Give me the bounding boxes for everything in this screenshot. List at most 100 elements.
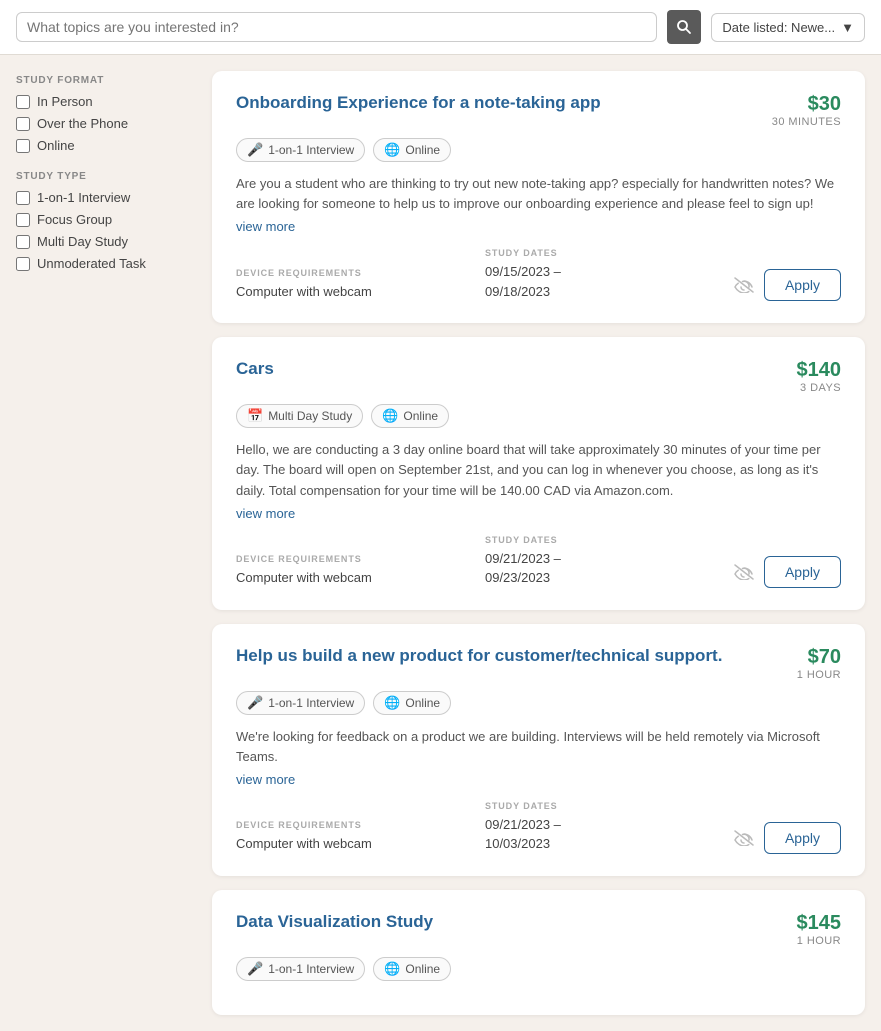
card-3-dates-label: Study Dates: [485, 801, 702, 811]
filter-multi-day[interactable]: Multi Day Study: [16, 234, 196, 249]
card-3-title[interactable]: Help us build a new product for customer…: [236, 646, 722, 666]
card-2-dates-label: Study Dates: [485, 535, 702, 545]
search-icon: [676, 19, 692, 35]
card-3-description: We're looking for feedback on a product …: [236, 727, 841, 767]
card-2-price-block: $140 3 Days: [797, 359, 842, 394]
card-4-tag-online-label: Online: [405, 962, 440, 976]
card-3-view-more[interactable]: view more: [236, 772, 295, 787]
card-3-dates: Study Dates 09/21/2023 – 10/03/2023: [485, 801, 702, 854]
card-3-dates-value: 09/21/2023 – 10/03/2023: [485, 815, 702, 854]
card-2-device-label: Device Requirements: [236, 554, 453, 564]
card-4-duration: 1 Hour: [797, 935, 842, 947]
card-1-dates: Study Dates 09/15/2023 – 09/18/2023: [485, 248, 702, 301]
card-3-tags: 🎤 1-on-1 Interview 🌐 Online: [236, 691, 841, 715]
card-3-apply-button[interactable]: Apply: [764, 822, 841, 854]
card-2-header: Cars $140 3 Days: [236, 359, 841, 394]
study-card-4: Data Visualization Study $145 1 Hour 🎤 1…: [212, 890, 865, 1015]
cards-container: Onboarding Experience for a note-taking …: [212, 71, 865, 1015]
card-3-hide-button[interactable]: [734, 830, 754, 846]
filter-focus-group[interactable]: Focus Group: [16, 212, 196, 227]
card-1-actions: Apply: [734, 269, 841, 301]
card-1-tags: 🎤 1-on-1 Interview 🌐 Online: [236, 138, 841, 162]
card-2-view-more[interactable]: view more: [236, 506, 295, 521]
card-1-header: Onboarding Experience for a note-taking …: [236, 93, 841, 128]
globe-icon: 🌐: [384, 961, 400, 977]
globe-icon: 🌐: [384, 695, 400, 711]
filter-online-label: Online: [37, 138, 75, 153]
filter-1on1-checkbox[interactable]: [16, 191, 30, 205]
card-3-tag-online-label: Online: [405, 696, 440, 710]
card-3-header: Help us build a new product for customer…: [236, 646, 841, 681]
card-4-title[interactable]: Data Visualization Study: [236, 912, 433, 932]
card-2-device-req: Device Requirements Computer with webcam: [236, 554, 453, 588]
search-input[interactable]: [27, 19, 646, 35]
card-1-device-label: Device Requirements: [236, 268, 453, 278]
card-1-price-block: $30 30 Minutes: [772, 93, 841, 128]
card-1-tag-online-label: Online: [405, 143, 440, 157]
card-1-hide-button[interactable]: [734, 277, 754, 293]
format-filter-section: Study Format In Person Over the Phone On…: [16, 75, 196, 153]
filter-over-phone[interactable]: Over the Phone: [16, 116, 196, 131]
card-3-tag-interview-label: 1-on-1 Interview: [268, 696, 354, 710]
card-1-dates-label: Study Dates: [485, 248, 702, 258]
card-4-tags: 🎤 1-on-1 Interview 🌐 Online: [236, 957, 841, 981]
card-2-actions: Apply: [734, 556, 841, 588]
card-3-device-req: Device Requirements Computer with webcam: [236, 820, 453, 854]
card-3-duration: 1 Hour: [797, 669, 841, 681]
card-1-view-more[interactable]: view more: [236, 219, 295, 234]
card-1-apply-button[interactable]: Apply: [764, 269, 841, 301]
sort-dropdown[interactable]: Date listed: Newe... ▼: [711, 13, 865, 42]
card-2-dates: Study Dates 09/21/2023 – 09/23/2023: [485, 535, 702, 588]
filter-focus-group-label: Focus Group: [37, 212, 112, 227]
filter-multi-day-label: Multi Day Study: [37, 234, 128, 249]
card-1-tag-interview-label: 1-on-1 Interview: [268, 143, 354, 157]
filter-online-checkbox[interactable]: [16, 139, 30, 153]
card-3-price: $70: [797, 646, 841, 669]
filter-1on1[interactable]: 1-on-1 Interview: [16, 190, 196, 205]
microphone-icon: 🎤: [247, 961, 263, 977]
eye-off-icon: [734, 830, 754, 846]
calendar-icon: 📅: [247, 408, 263, 424]
search-input-wrapper: [16, 12, 657, 42]
filter-focus-group-checkbox[interactable]: [16, 213, 30, 227]
globe-icon: 🌐: [384, 142, 400, 158]
study-card-1: Onboarding Experience for a note-taking …: [212, 71, 865, 323]
eye-off-icon: [734, 564, 754, 580]
card-3-tag-online: 🌐 Online: [373, 691, 451, 715]
format-section-title: Study Format: [16, 75, 196, 86]
sidebar: Study Format In Person Over the Phone On…: [16, 71, 196, 1015]
filter-online[interactable]: Online: [16, 138, 196, 153]
card-4-tag-interview-label: 1-on-1 Interview: [268, 962, 354, 976]
filter-unmoderated[interactable]: Unmoderated Task: [16, 256, 196, 271]
main-content: Study Format In Person Over the Phone On…: [0, 55, 881, 1031]
filter-unmoderated-checkbox[interactable]: [16, 257, 30, 271]
card-4-tag-interview: 🎤 1-on-1 Interview: [236, 957, 365, 981]
card-2-hide-button[interactable]: [734, 564, 754, 580]
search-bar: Date listed: Newe... ▼: [0, 0, 881, 55]
card-4-header: Data Visualization Study $145 1 Hour: [236, 912, 841, 947]
card-2-price: $140: [797, 359, 842, 382]
card-2-tag-multiday-label: Multi Day Study: [268, 409, 352, 423]
card-2-dates-value: 09/21/2023 – 09/23/2023: [485, 549, 702, 588]
card-1-description: Are you a student who are thinking to tr…: [236, 174, 841, 214]
card-2-title[interactable]: Cars: [236, 359, 274, 379]
card-2-tag-online: 🌐 Online: [371, 404, 449, 428]
card-2-device-value: Computer with webcam: [236, 568, 453, 588]
globe-icon: 🌐: [382, 408, 398, 424]
filter-multi-day-checkbox[interactable]: [16, 235, 30, 249]
card-1-device-value: Computer with webcam: [236, 282, 453, 302]
card-1-tag-interview: 🎤 1-on-1 Interview: [236, 138, 365, 162]
card-4-price: $145: [797, 912, 842, 935]
card-2-tag-online-label: Online: [403, 409, 438, 423]
filter-in-person-label: In Person: [37, 94, 93, 109]
filter-in-person-checkbox[interactable]: [16, 95, 30, 109]
card-2-apply-button[interactable]: Apply: [764, 556, 841, 588]
search-button[interactable]: [667, 10, 701, 44]
card-1-device-req: Device Requirements Computer with webcam: [236, 268, 453, 302]
sort-label: Date listed: Newe...: [722, 20, 835, 35]
card-1-title[interactable]: Onboarding Experience for a note-taking …: [236, 93, 601, 113]
card-1-duration: 30 Minutes: [772, 116, 841, 128]
filter-over-phone-checkbox[interactable]: [16, 117, 30, 131]
filter-in-person[interactable]: In Person: [16, 94, 196, 109]
study-card-2: Cars $140 3 Days 📅 Multi Day Study 🌐 Onl…: [212, 337, 865, 609]
